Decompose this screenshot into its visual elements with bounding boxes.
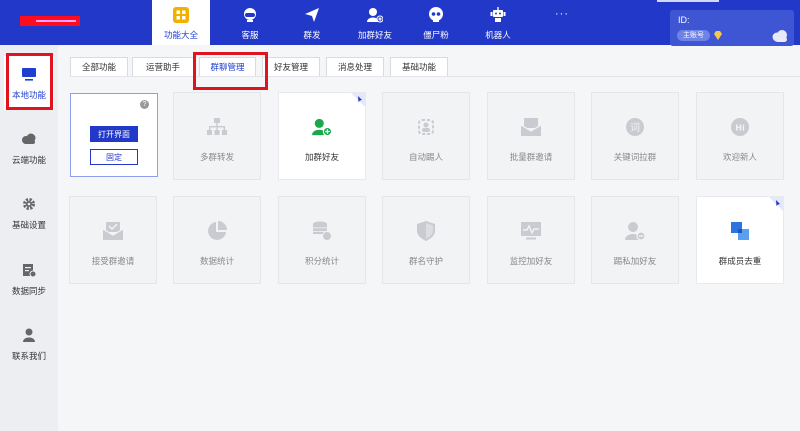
tab-operation-assistant[interactable]: 运营助手 — [132, 57, 194, 77]
card-label: 加群好友 — [304, 152, 339, 162]
sidebar-label: 数据同步 — [11, 286, 46, 296]
diamond-icon — [713, 31, 723, 40]
sidebar-item-data-sync[interactable]: 数据同步 — [0, 262, 58, 297]
card-label: 批量群邀请 — [509, 152, 553, 162]
account-id-label: ID: — [678, 15, 690, 25]
account-type-badge: 主账号 — [677, 30, 710, 41]
card-label: 数据统计 — [199, 256, 234, 266]
more-menu-button[interactable]: ··· — [555, 8, 569, 20]
nav-zombie-fans[interactable]: 僵尸粉 — [414, 0, 458, 45]
svg-text:词: 词 — [630, 122, 640, 134]
add-user-icon — [312, 117, 332, 137]
card-selected-function: ? 打开界面 固定 — [70, 93, 158, 177]
top-bar: 功能大全 客服 群发 加群好友 僵尸粉 机器人 ··· ID: 主账号 — [0, 0, 800, 46]
nav-label: 群发 — [303, 30, 321, 40]
tab-divider — [70, 76, 800, 77]
shield-icon — [416, 221, 436, 241]
card-multi-group-forward[interactable]: 多群转发 — [173, 92, 261, 180]
card-accept-group-invite[interactable]: 接受群邀请 — [69, 196, 157, 284]
card-kick-private-add-friends[interactable]: 踢私加好友 — [591, 196, 679, 284]
cloud-icon — [21, 131, 37, 147]
card-welcome-newcomers[interactable]: Hi 欢迎新人 — [696, 92, 784, 180]
nav-add-group-friends[interactable]: 加群好友 — [350, 0, 400, 45]
sync-icon — [21, 262, 37, 278]
nav-label: 客服 — [241, 30, 259, 40]
nav-label: 机器人 — [485, 30, 511, 40]
nav-label: 功能大全 — [163, 30, 198, 40]
tab-message-processing[interactable]: 消息处理 — [326, 57, 384, 77]
pin-icon[interactable] — [351, 93, 365, 107]
nav-label: 僵尸粉 — [423, 30, 449, 40]
highlight-sidebar-box — [6, 53, 53, 110]
card-auto-kick[interactable]: 自动踢人 — [382, 92, 470, 180]
card-label: 关键词拉群 — [613, 152, 657, 162]
tree-icon — [207, 117, 227, 137]
mail-check-icon — [103, 221, 123, 241]
sidebar-item-contact-us[interactable]: 联系我们 — [0, 327, 58, 362]
card-label: 群名守护 — [408, 256, 443, 266]
sidebar-item-cloud-functions[interactable]: 云端功能 — [0, 131, 58, 166]
sidebar-label: 基础设置 — [11, 220, 46, 230]
account-panel[interactable]: ID: 主账号 — [670, 10, 794, 46]
coins-icon — [312, 221, 332, 241]
logo-accent — [36, 20, 76, 22]
contact-icon — [21, 327, 37, 343]
gear-icon — [21, 196, 37, 212]
grid-icon — [173, 7, 189, 23]
tab-friend-management[interactable]: 好友管理 — [262, 57, 320, 77]
card-label: 多群转发 — [199, 152, 234, 162]
svg-text:Hi: Hi — [735, 124, 745, 133]
nav-label: 加群好友 — [357, 30, 392, 40]
kick-icon — [416, 117, 436, 137]
card-label: 自动踢人 — [408, 152, 443, 162]
send-icon — [304, 7, 320, 23]
card-monitor-add-friends[interactable]: 监控加好友 — [487, 196, 575, 284]
card-label: 踢私加好友 — [613, 256, 657, 266]
card-group-member-dedupe[interactable]: 群成员去重 — [696, 196, 784, 284]
help-icon[interactable]: ? — [140, 100, 149, 109]
open-interface-button[interactable]: 打开界面 — [90, 126, 138, 142]
nav-robot[interactable]: 机器人 — [476, 0, 520, 45]
card-label: 欢迎新人 — [722, 152, 757, 162]
mail-icon — [521, 117, 541, 137]
dedupe-icon — [730, 221, 750, 241]
sidebar-label: 云端功能 — [11, 155, 46, 165]
sidebar-label: 联系我们 — [11, 351, 46, 361]
card-batch-group-invite[interactable]: 批量群邀请 — [487, 92, 575, 180]
tab-all-functions[interactable]: 全部功能 — [70, 57, 128, 77]
cloud-icon[interactable] — [771, 30, 789, 42]
card-label: 群成员去重 — [718, 256, 762, 266]
pie-icon — [207, 221, 227, 241]
keyword-icon: 词 — [625, 117, 645, 137]
nav-mass-send[interactable]: 群发 — [290, 0, 334, 45]
hi-icon: Hi — [730, 117, 750, 137]
monitor-pulse-icon — [521, 221, 541, 241]
headset-icon — [242, 7, 258, 23]
highlight-tab-box — [193, 52, 268, 90]
card-label: 积分统计 — [304, 256, 339, 266]
pin-icon[interactable] — [769, 197, 783, 211]
nav-customer-service[interactable]: 客服 — [228, 0, 272, 45]
robot-icon — [490, 7, 506, 23]
nav-function-all[interactable]: 功能大全 — [152, 0, 210, 45]
add-user-icon — [367, 7, 383, 23]
user-block-icon — [625, 221, 645, 241]
card-label: 监控加好友 — [509, 256, 553, 266]
pin-button[interactable]: 固定 — [90, 149, 138, 165]
card-label: 接受群邀请 — [91, 256, 135, 266]
tab-basic-functions[interactable]: 基础功能 — [390, 57, 448, 77]
card-group-name-guard[interactable]: 群名守护 — [382, 196, 470, 284]
card-keyword-pull-group[interactable]: 词 关键词拉群 — [591, 92, 679, 180]
card-points-statistics[interactable]: 积分统计 — [278, 196, 366, 284]
skull-icon — [428, 7, 444, 23]
card-add-group-friends[interactable]: 加群好友 — [278, 92, 366, 180]
sidebar-item-basic-settings[interactable]: 基础设置 — [0, 196, 58, 231]
card-data-statistics[interactable]: 数据统计 — [173, 196, 261, 284]
account-top-line — [657, 0, 719, 2]
